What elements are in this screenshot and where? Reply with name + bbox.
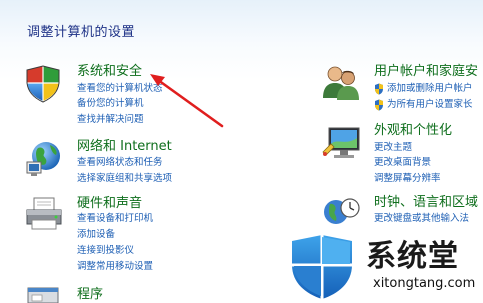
watermark-brand: 系统堂 [366,239,459,274]
system-security-shield-icon[interactable] [24,64,62,104]
network-globe-icon[interactable] [24,138,64,178]
link-parental-controls[interactable]: 为所有用户设置家长 [387,99,473,111]
category-title-hardware-sound[interactable]: 硬件和声音 [77,196,142,212]
windows-shield-logo [292,235,352,299]
category-title-user-accounts[interactable]: 用户帐户和家庭安 [374,64,478,80]
category-title-system-security[interactable]: 系统和安全 [77,64,142,80]
link-backup-computer[interactable]: 备份您的计算机 [77,98,144,110]
link-change-keyboard-input[interactable]: 更改键盘或其他输入法 [374,213,469,225]
printer-icon[interactable] [24,196,64,232]
link-add-device[interactable]: 添加设备 [77,229,115,241]
page-title: 调整计算机的设置 [27,25,136,40]
link-troubleshoot[interactable]: 查找并解决问题 [77,114,144,126]
link-add-remove-accounts[interactable]: 添加或删除用户帐户 [387,83,473,95]
appearance-monitor-icon[interactable] [321,124,363,162]
uac-shield-icon [375,83,383,95]
watermark: 系统堂 xitongtang.com [278,229,483,303]
category-title-clock-language[interactable]: 时钟、语言和区域 [374,195,478,211]
link-connect-projector[interactable]: 连接到投影仪 [77,245,134,257]
uac-shield-icon [375,99,383,111]
link-adjust-resolution[interactable]: 调整屏幕分辨率 [374,173,441,185]
link-change-desktop-background[interactable]: 更改桌面背景 [374,157,431,169]
link-view-network-status[interactable]: 查看网络状态和任务 [77,157,163,169]
watermark-url: xitongtang.com [373,276,476,291]
link-homegroup-sharing[interactable]: 选择家庭组和共享选项 [77,173,172,185]
clock-language-globe-icon[interactable] [321,194,361,230]
link-change-theme[interactable]: 更改主题 [374,142,412,154]
category-title-network-internet[interactable]: 网络和 Internet [77,139,172,155]
category-title-appearance[interactable]: 外观和个性化 [374,123,452,139]
programs-icon[interactable] [26,285,62,303]
link-devices-printers[interactable]: 查看设备和打印机 [77,213,153,225]
users-icon[interactable] [321,64,361,102]
link-view-computer-status[interactable]: 查看您的计算机状态 [77,83,163,95]
category-title-programs[interactable]: 程序 [77,287,103,303]
link-mobility-settings[interactable]: 调整常用移动设置 [77,261,153,273]
